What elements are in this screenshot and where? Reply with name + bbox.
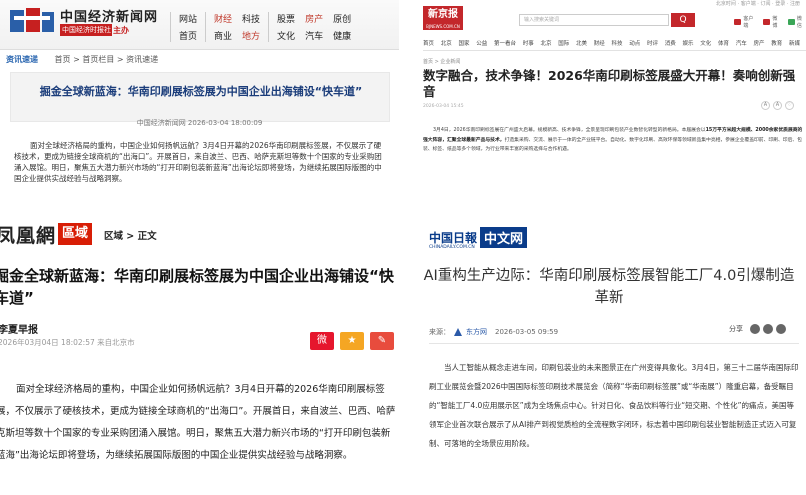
section-label[interactable]: 资讯速递: [6, 55, 38, 64]
wechat-link[interactable]: 微信: [787, 15, 806, 29]
article-body: 3月4日，2026华南印刷标签展在广州盛大启幕。规模新高、技术争锋，全景呈现印刷…: [423, 128, 803, 153]
source-icon: [454, 328, 462, 336]
site-logo-box: 中文网: [480, 227, 528, 248]
channel-nav[interactable]: 首页 北京 国家 公益 第一看台 时事 北京 国际 北美 财经 科技 动点 时评…: [423, 39, 806, 47]
title-box: 掘金全球新蓝海：华南印刷展标签展为中国企业出海铺设“快车道”: [10, 72, 390, 122]
site-logo-text[interactable]: 中国经济新闻网: [60, 6, 158, 25]
nav-item[interactable]: 财经: [214, 12, 232, 25]
divider: [429, 343, 799, 344]
font-increase-button[interactable]: A: [773, 101, 782, 110]
nav-item[interactable]: 首页: [179, 29, 197, 42]
share-bar: 分享: [729, 324, 786, 334]
share-label: 分享: [729, 325, 743, 333]
wechat-share-icon[interactable]: [750, 324, 760, 334]
article-meta: 2026-03-04 15:45: [423, 104, 464, 109]
site-logo-url: CHINADAILY.COM.CN: [429, 245, 475, 250]
nav-col-1: 网站 首页: [170, 12, 205, 42]
article-body: 面对全球经济格局的重构，中国企业如何扬帆远航？3月4日开幕的2026华南印刷展标…: [0, 384, 396, 461]
article-title: 掘金全球新蓝海：华南印刷展标签展为中国企业出海铺设“快车道”: [39, 85, 363, 98]
bjnews-panel: 北京时间 · 客户端 · 订阅 · 登录 · 注册 新京报 BJNEWS.COM…: [409, 0, 806, 197]
chinadaily-panel: 中国日報 中文网 CHINADAILY.COM.CN AI重构生产边际：华南印刷…: [409, 207, 806, 495]
search-input[interactable]: 输入搜索关键词: [519, 14, 669, 26]
nav-item[interactable]: 网站: [179, 12, 197, 25]
like-button[interactable]: ♡: [785, 101, 794, 110]
top-utility-bar[interactable]: 北京时间 · 客户端 · 订阅 · 登录 · 注册: [409, 0, 806, 8]
font-decrease-button[interactable]: A: [761, 101, 770, 110]
nav-item[interactable]: 股票: [277, 12, 295, 25]
nav-item[interactable]: 汽车: [305, 29, 323, 42]
breadcrumb: 资讯速递 首页 > 首页栏目 > 资讯速递: [0, 52, 399, 68]
article-meta: 来源： 东方网 2026-03-05 09:59: [429, 327, 558, 337]
nav-item[interactable]: 原创: [333, 12, 351, 25]
region-tag[interactable]: 區域: [58, 223, 93, 245]
more-share-icon[interactable]: [776, 324, 786, 334]
article-title: 数字融合，技术争锋！2026华南印刷标签展盛大开幕！奏响创新强音: [423, 68, 796, 99]
site-logo[interactable]: 凤凰網: [0, 221, 56, 248]
article-meta: 中国经济新闻网 2026-03-04 18:00:09: [136, 119, 263, 127]
nav-item[interactable]: 文化: [277, 29, 295, 42]
ce-news-panel: 中国经济新闻网 中国经济时报社 主办 网站 首页 财经 科技 商业 地方 股票: [0, 0, 399, 197]
nav-col-2: 财经 科技 商业 地方: [205, 12, 268, 42]
nav-item[interactable]: 健康: [333, 29, 351, 42]
collage-divider-horizontal: [0, 197, 806, 207]
comment-icon[interactable]: ✎: [370, 332, 394, 350]
weibo-link[interactable]: 微博: [763, 15, 781, 29]
top-navigation: 网站 首页 财经 科技 商业 地方 股票 房产 原创 文化 汽车 健康: [170, 12, 359, 46]
nav-col-3: 股票 房产 原创 文化 汽车 健康: [268, 12, 359, 42]
ce-logo-icon[interactable]: [8, 6, 56, 38]
weibo-share-icon[interactable]: [763, 324, 773, 334]
site-logo-sub2: 主办: [113, 26, 129, 35]
weibo-icon: [763, 19, 771, 25]
nav-item[interactable]: 商业: [214, 29, 232, 42]
article-title: 掘金全球新蓝海：华南印刷展标签展为中国企业出海铺设“快车道”: [0, 267, 394, 307]
publish-date: 2026-03-05 09:59: [495, 328, 559, 336]
favorite-icon[interactable]: ★: [340, 332, 364, 350]
header-links: 客户端 微博 微信: [734, 15, 806, 29]
breadcrumb[interactable]: 区域 > 正文: [104, 228, 157, 242]
site-logo-sub: 中国经济时报社: [60, 24, 112, 36]
article-tools: A A ♡: [761, 101, 794, 110]
article-body: 当人工智能从概念走进车间，印刷包装业的未来图景正在广州变得具象化。3月4日，第三…: [429, 363, 799, 448]
share-buttons: 微 ★ ✎: [310, 332, 394, 350]
collage-divider-vertical: [399, 0, 409, 495]
nav-item[interactable]: 地方: [242, 29, 260, 42]
article-title: AI重构生产边际：华南印刷展标签展智能工厂4.0引爆制造革新: [423, 268, 795, 306]
site-header: 中国经济新闻网 中国经济时报社 主办 网站 首页 财经 科技 商业 地方 股票: [0, 0, 399, 50]
source-label: 来源：: [429, 328, 450, 336]
ifeng-panel: 凤凰網 區域 区域 > 正文 掘金全球新蓝海：华南印刷展标签展为中国企业出海铺设…: [0, 207, 399, 495]
breadcrumb-path[interactable]: 首页 > 首页栏目 > 资讯速递: [55, 55, 159, 64]
article-meta: 2026年03月04日 18:02:57 来自北京市: [0, 338, 135, 347]
nav-item[interactable]: 房产: [305, 12, 323, 25]
site-logo-cn: 中国日報: [429, 231, 478, 245]
divider: [423, 50, 806, 51]
site-logo-url: BJNEWS.COM.CN: [426, 24, 460, 29]
article-author[interactable]: 李夏早报: [0, 321, 38, 336]
source-name[interactable]: 东方网: [466, 327, 487, 337]
nav-item[interactable]: 科技: [242, 12, 260, 25]
app-link[interactable]: 客户端: [734, 15, 757, 29]
wechat-icon: [787, 19, 795, 25]
breadcrumb[interactable]: 首页 > 企业新闻: [423, 58, 460, 65]
weibo-share-icon[interactable]: 微: [310, 332, 334, 350]
article-body: 面对全球经济格局的重构，中国企业如何扬帆远航？3月4日开幕的2026华南印刷展标…: [14, 141, 382, 183]
search-button[interactable]: Q: [671, 13, 695, 27]
app-icon: [734, 19, 742, 25]
